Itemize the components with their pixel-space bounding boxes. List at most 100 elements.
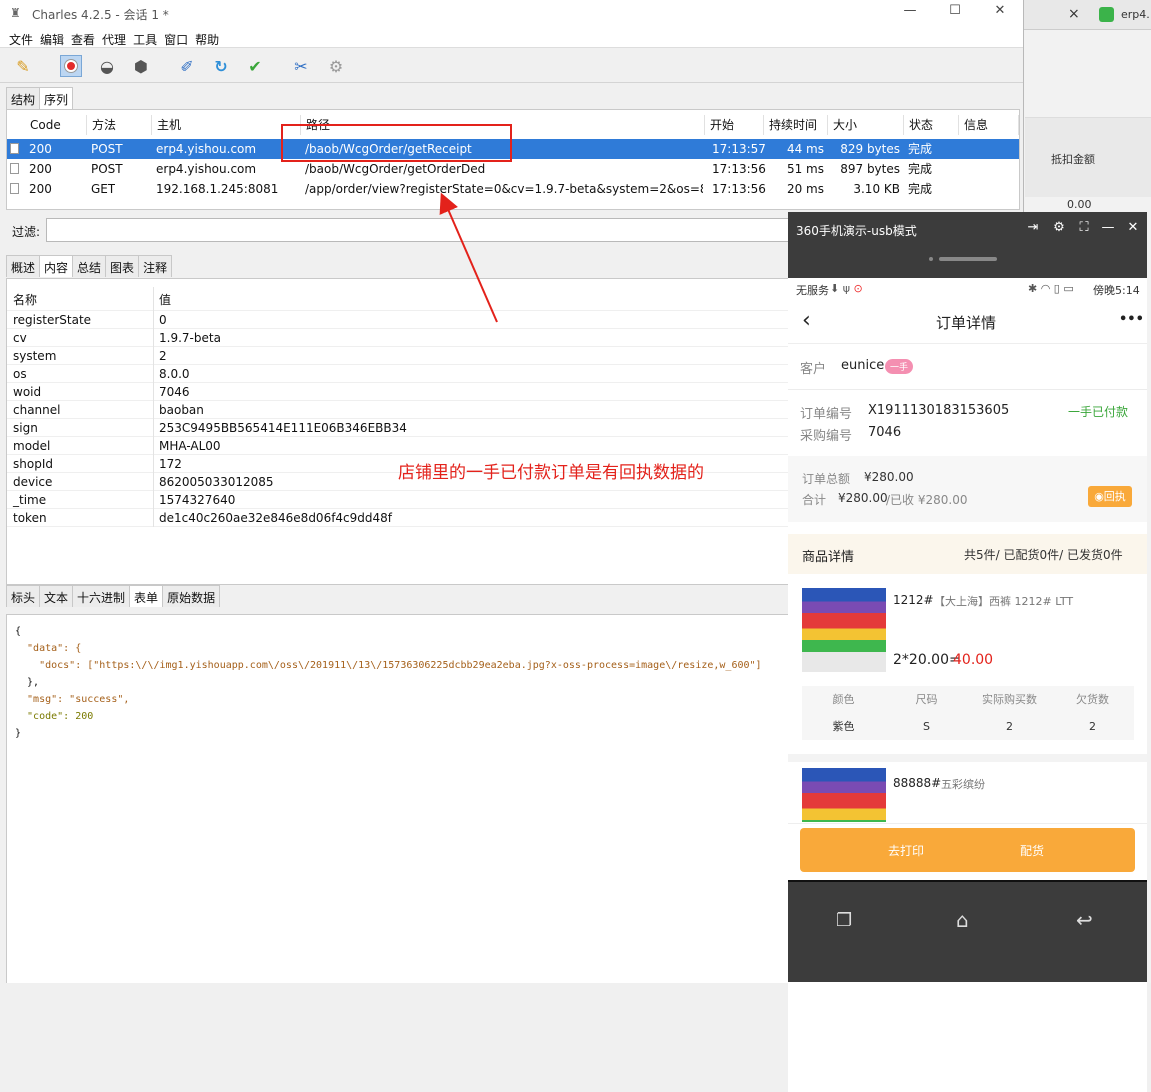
- tab-sequence[interactable]: 序列: [39, 87, 74, 109]
- exit-icon[interactable]: ⇥: [1024, 220, 1042, 235]
- erp-favicon-icon: [1099, 7, 1114, 22]
- tab-contents[interactable]: 内容: [39, 255, 74, 277]
- background-browser-tab[interactable]: × erp4.: [1023, 0, 1151, 30]
- param-value: 0: [159, 313, 167, 327]
- compose-pen-icon[interactable]: ✐: [176, 55, 198, 77]
- cell-status: 完成: [908, 142, 933, 156]
- record-button[interactable]: [60, 55, 82, 77]
- maximize-button[interactable]: ☐: [945, 3, 965, 18]
- back-arrow-icon[interactable]: ↩: [1076, 908, 1093, 932]
- divider: [788, 754, 1147, 762]
- background-table-header: 抵扣金额 0.00: [1025, 117, 1151, 211]
- settings-icon[interactable]: ⚙: [1050, 220, 1068, 235]
- menu-edit[interactable]: 编辑: [38, 28, 69, 48]
- menu-help[interactable]: 帮助: [193, 28, 224, 48]
- col-start[interactable]: 开始: [705, 115, 764, 135]
- receipt-button[interactable]: ◉回执: [1088, 486, 1132, 507]
- header-name: 名称: [13, 293, 38, 307]
- cell-size: 897 bytes: [840, 162, 900, 176]
- cell-duration: 51 ms: [786, 162, 824, 176]
- tab-form[interactable]: 表单: [129, 585, 164, 607]
- menu-file[interactable]: 文件: [0, 28, 38, 48]
- col-info[interactable]: 信息: [959, 115, 1019, 135]
- customer-row[interactable]: 客户 eunice 一手: [788, 344, 1147, 388]
- menu-tools[interactable]: 工具: [131, 28, 162, 48]
- param-value: 7046: [159, 385, 190, 399]
- cell-method: GET: [91, 182, 116, 196]
- document-icon: [10, 163, 19, 174]
- fullscreen-icon[interactable]: ⛶: [1075, 220, 1093, 235]
- cell-host: erp4.yishou.com: [156, 142, 257, 156]
- param-name: _time: [13, 493, 47, 507]
- menu-view[interactable]: 查看: [69, 28, 100, 48]
- customer-tag: 一手: [885, 359, 914, 374]
- close-icon[interactable]: ✕: [1124, 220, 1142, 235]
- cell-host: erp4.yishou.com: [156, 162, 257, 176]
- broom-icon[interactable]: ✎: [12, 55, 34, 77]
- tab-close-icon[interactable]: ×: [1068, 6, 1080, 22]
- minimize-button[interactable]: —: [900, 3, 920, 18]
- menu-window[interactable]: 窗口: [162, 28, 193, 48]
- settings-gear-icon[interactable]: ⚙: [325, 55, 347, 77]
- goods-item[interactable]: 88888# 五彩缤纷: [788, 762, 1147, 822]
- sum-value: ¥280.00: [838, 491, 888, 505]
- minimize-icon[interactable]: —: [1099, 220, 1117, 235]
- back-icon[interactable]: ‹: [802, 308, 811, 333]
- cell-code: 200: [29, 162, 52, 176]
- table-row[interactable]: 200 POST erp4.yishou.com /baob/WcgOrder/…: [7, 159, 1019, 179]
- close-button[interactable]: ✕: [990, 3, 1010, 18]
- col-status[interactable]: 状态: [904, 115, 959, 135]
- param-name: model: [13, 439, 51, 453]
- repeat-icon[interactable]: ↻: [210, 55, 232, 77]
- col-size[interactable]: 大小: [828, 115, 904, 135]
- column-divider: [153, 287, 154, 311]
- tab-hex[interactable]: 十六进制: [72, 585, 131, 607]
- table-row[interactable]: 200 GET 192.168.1.245:8081 /app/order/vi…: [7, 179, 1019, 199]
- param-value: 8.0.0: [159, 367, 190, 381]
- spec-header: 欠货数: [1076, 693, 1109, 706]
- item-desc: 【大上海】西裤 1212# LTT: [934, 595, 1074, 608]
- column-divider: [153, 383, 154, 401]
- tab-headers[interactable]: 标头: [6, 585, 41, 607]
- home-icon[interactable]: ⌂: [956, 908, 969, 932]
- tab-raw[interactable]: 原始数据: [162, 585, 221, 607]
- param-name: channel: [13, 403, 61, 417]
- column-divider: [153, 419, 154, 437]
- validate-check-icon[interactable]: ✔: [244, 55, 266, 77]
- column-divider: [153, 455, 154, 473]
- table-row[interactable]: 200 POST erp4.yishou.com /baob/WcgOrder/…: [7, 139, 1019, 159]
- sum-label: 合计: [802, 493, 827, 507]
- throttle-turtle-icon[interactable]: ◒: [96, 55, 118, 77]
- document-icon: [10, 183, 19, 194]
- item-name: 1212#: [893, 593, 934, 607]
- goods-item[interactable]: 1212# 【大上海】西裤 1212# LTT 2*20.00= 40.00 颜…: [788, 574, 1147, 752]
- tab-structure[interactable]: 结构: [6, 87, 41, 109]
- tab-overview[interactable]: 概述: [6, 255, 41, 277]
- param-name: cv: [13, 331, 27, 345]
- col-method[interactable]: 方法: [87, 115, 152, 135]
- order-info: 订单编号 X1911130183153605 一手已付款 采购编号 7046: [788, 390, 1147, 456]
- col-code[interactable]: Code: [25, 115, 87, 135]
- column-divider: [153, 437, 154, 455]
- tab-chart[interactable]: 图表: [105, 255, 140, 277]
- col-host[interactable]: 主机: [152, 115, 301, 135]
- emulator-drag-handle[interactable]: [788, 246, 1147, 278]
- cell-size: 3.10 KB: [853, 182, 900, 196]
- col-duration[interactable]: 持续时间: [764, 115, 828, 135]
- param-name: registerState: [13, 313, 92, 327]
- menu-proxy[interactable]: 代理: [100, 28, 131, 48]
- param-name: woid: [13, 385, 42, 399]
- dispatch-button[interactable]: 配货: [1020, 842, 1044, 859]
- param-name: os: [13, 367, 27, 381]
- spec-header: 尺码: [915, 693, 938, 706]
- tab-summary[interactable]: 总结: [72, 255, 107, 277]
- tab-text[interactable]: 文本: [39, 585, 74, 607]
- breakpoint-hexagon-icon[interactable]: ⬢: [130, 55, 152, 77]
- tools-icon[interactable]: ✂: [290, 55, 312, 77]
- print-button[interactable]: 去打印: [888, 842, 924, 859]
- tab-notes[interactable]: 注释: [138, 255, 173, 277]
- spec-value: 2: [1006, 720, 1013, 733]
- recent-apps-icon[interactable]: ❐: [836, 910, 852, 931]
- handle-bar-icon: [939, 257, 997, 261]
- more-icon[interactable]: •••: [1119, 312, 1144, 327]
